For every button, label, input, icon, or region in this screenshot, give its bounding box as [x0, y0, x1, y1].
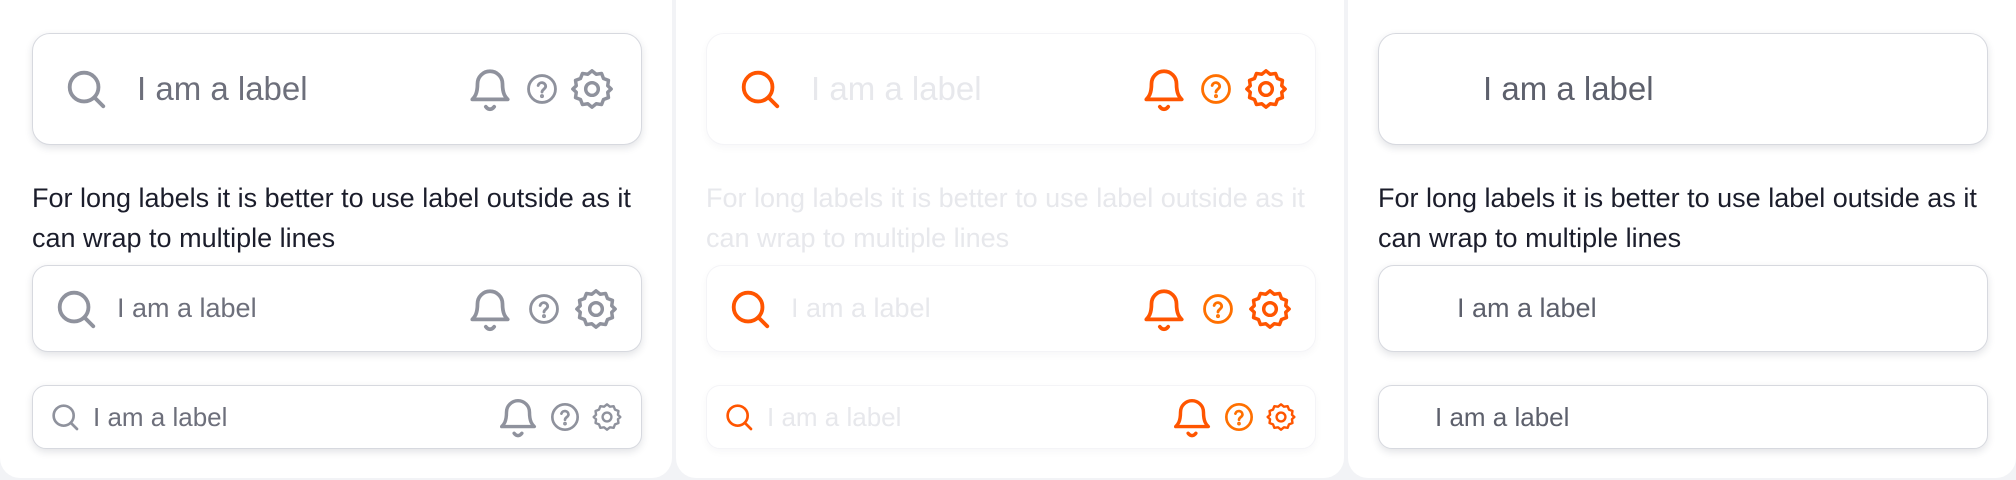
- helper-text: For long labels it is better to use labe…: [706, 183, 1305, 253]
- help-circle-icon[interactable]: [1199, 72, 1233, 106]
- bell-icon[interactable]: [465, 282, 515, 336]
- search-icon: [49, 401, 81, 433]
- field-label: I am a label: [791, 293, 931, 323]
- text-field-medium[interactable]: I am a label: [1378, 265, 1988, 352]
- bell-icon[interactable]: [495, 392, 541, 442]
- gear-icon[interactable]: [573, 286, 619, 332]
- text-field-large[interactable]: I am a label: [706, 33, 1316, 145]
- gear-icon[interactable]: [591, 401, 623, 433]
- field-label: I am a label: [811, 70, 982, 107]
- help-circle-icon[interactable]: [1201, 292, 1235, 326]
- gear-icon[interactable]: [1265, 401, 1297, 433]
- text-field-large[interactable]: I am a label: [1378, 33, 1988, 145]
- gear-icon[interactable]: [1243, 66, 1289, 112]
- field-label: I am a label: [767, 401, 902, 432]
- field-label: I am a label: [1483, 70, 1654, 107]
- text-field-small[interactable]: I am a label: [706, 385, 1316, 449]
- variant-no-icons-panel: I am a label For long labels it is bette…: [1348, 0, 2016, 478]
- gear-icon[interactable]: [569, 66, 615, 112]
- bell-icon[interactable]: [1169, 392, 1215, 442]
- field-label: I am a label: [137, 70, 308, 107]
- bell-icon[interactable]: [465, 62, 515, 116]
- search-icon: [63, 66, 109, 112]
- search-icon: [53, 286, 99, 332]
- text-field-small[interactable]: I am a label: [1378, 385, 1988, 449]
- gear-icon[interactable]: [1247, 286, 1293, 332]
- search-icon: [737, 66, 783, 112]
- bell-icon[interactable]: [1139, 62, 1189, 116]
- help-circle-icon[interactable]: [1223, 401, 1255, 433]
- helper-text: For long labels it is better to use labe…: [1378, 183, 1977, 253]
- helper-text: For long labels it is better to use labe…: [32, 183, 631, 253]
- help-circle-icon[interactable]: [549, 401, 581, 433]
- field-label: I am a label: [93, 401, 228, 432]
- variant-default-panel: I am a label For long labels it is bette…: [0, 0, 672, 478]
- text-field-medium[interactable]: I am a label: [706, 265, 1316, 352]
- field-label: I am a label: [1457, 293, 1597, 323]
- bell-icon[interactable]: [1139, 282, 1189, 336]
- help-circle-icon[interactable]: [525, 72, 559, 106]
- search-icon: [723, 401, 755, 433]
- help-circle-icon[interactable]: [527, 292, 561, 326]
- text-field-large[interactable]: I am a label: [32, 33, 642, 145]
- variant-inactive-panel: I am a label For long labels it is bette…: [676, 0, 1344, 478]
- text-field-medium[interactable]: I am a label: [32, 265, 642, 352]
- field-label: I am a label: [1435, 401, 1570, 432]
- text-field-small[interactable]: I am a label: [32, 385, 642, 449]
- search-icon: [727, 286, 773, 332]
- field-label: I am a label: [117, 293, 257, 323]
